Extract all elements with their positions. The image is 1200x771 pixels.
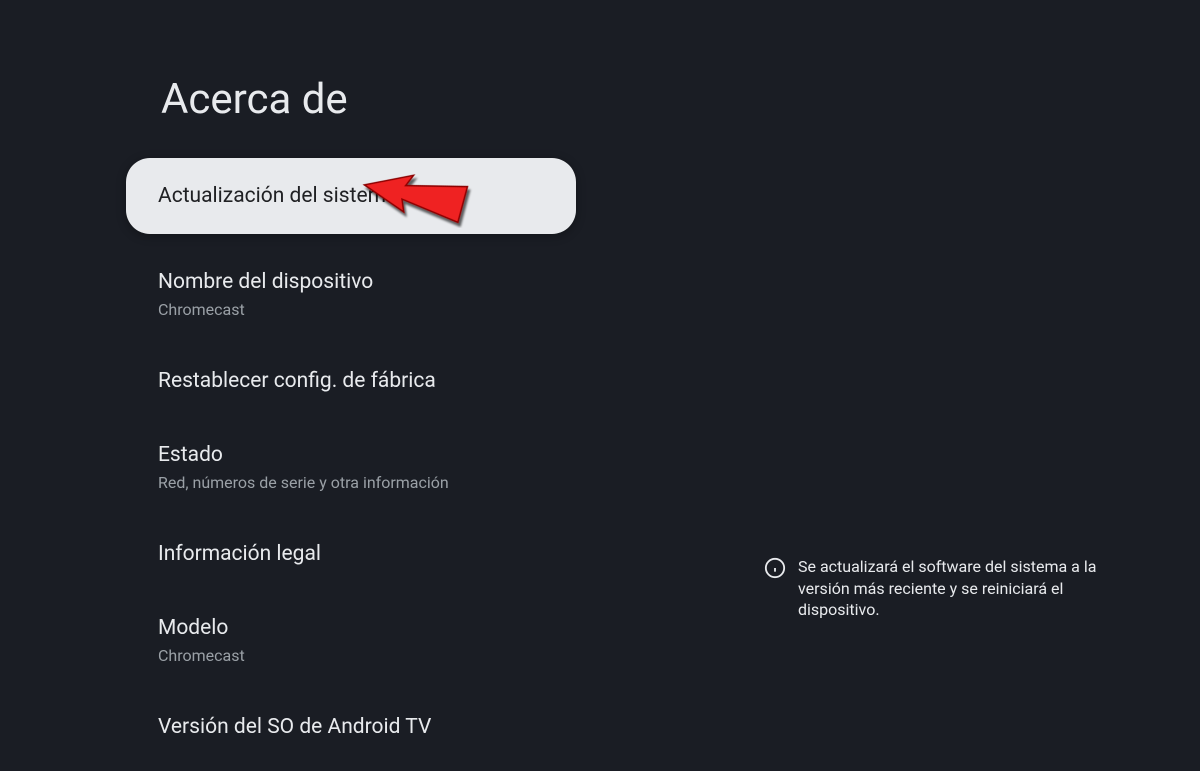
info-text: Se actualizará el software del sistema a… — [798, 556, 1144, 621]
menu-item-label: Versión del SO de Android TV — [158, 715, 544, 739]
menu-item-factory-reset[interactable]: Restablecer config. de fábrica — [126, 351, 576, 411]
menu-item-status[interactable]: Estado Red, números de serie y otra info… — [126, 425, 576, 510]
menu-item-sublabel: Red, números de serie y otra información — [158, 473, 544, 492]
page-title: Acerca de — [161, 75, 348, 124]
menu-item-legal-info[interactable]: Información legal — [126, 524, 576, 584]
menu-item-label: Información legal — [158, 542, 544, 566]
menu-item-label: Actualización del sistema — [158, 184, 544, 208]
info-panel: Se actualizará el software del sistema a… — [764, 556, 1144, 621]
menu-item-sublabel: Chromecast — [158, 300, 544, 319]
menu-item-label: Restablecer config. de fábrica — [158, 369, 544, 393]
menu-item-model[interactable]: Modelo Chromecast — [126, 598, 576, 683]
menu-item-system-update[interactable]: Actualización del sistema — [126, 158, 576, 234]
menu-item-label: Nombre del dispositivo — [158, 270, 544, 294]
menu-item-android-tv-version[interactable]: Versión del SO de Android TV — [126, 697, 576, 757]
menu-item-device-name[interactable]: Nombre del dispositivo Chromecast — [126, 252, 576, 337]
menu-item-label: Estado — [158, 443, 544, 467]
menu-list: Actualización del sistema Nombre del dis… — [126, 158, 576, 771]
menu-item-label: Modelo — [158, 616, 544, 640]
info-icon — [764, 557, 786, 579]
menu-item-sublabel: Chromecast — [158, 646, 544, 665]
